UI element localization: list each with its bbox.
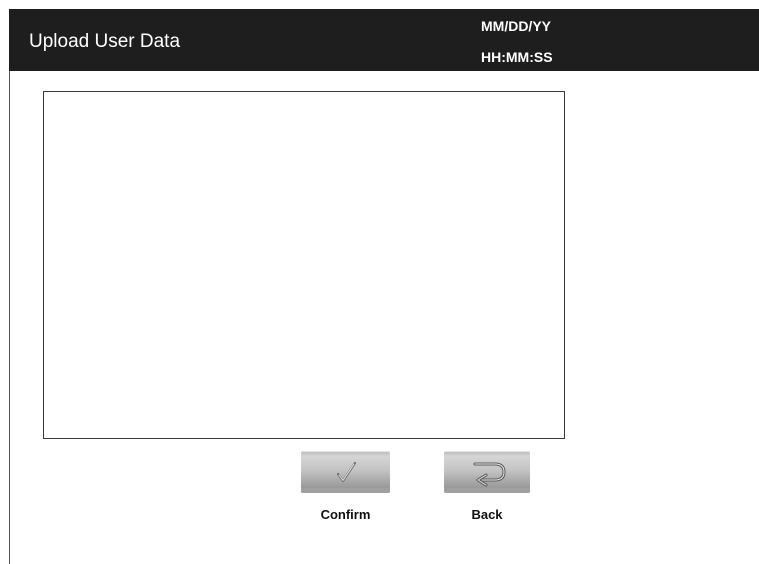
confirm-label: Confirm <box>320 507 371 522</box>
checkmark-icon <box>336 461 357 483</box>
date-display: MM/DD/YY <box>481 18 551 34</box>
time-display: HH:MM:SS <box>481 49 553 65</box>
user-data-panel[interactable] <box>43 91 565 439</box>
left-divider <box>9 71 10 564</box>
page-title: Upload User Data <box>29 31 181 52</box>
title-bar: Upload User Data MM/DD/YY HH:MM:SS <box>9 9 759 71</box>
confirm-button[interactable] <box>301 451 390 493</box>
back-label: Back <box>471 507 503 522</box>
return-arrow-icon <box>473 462 506 487</box>
back-button[interactable] <box>444 451 530 493</box>
